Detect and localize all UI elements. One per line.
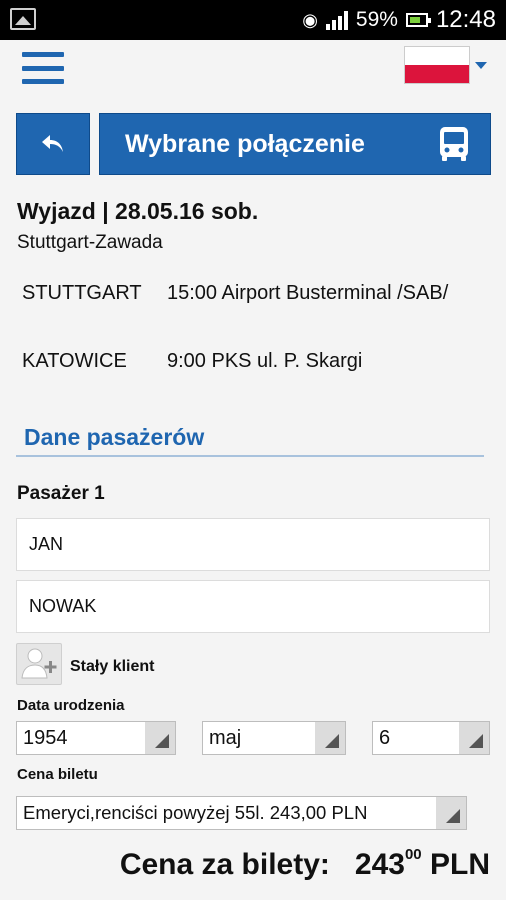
dropdown-arrow-icon [145,722,175,754]
passengers-section-title: Dane pasażerów [24,424,205,450]
wifi-icon: ◉ [302,9,318,30]
status-bar: ◉ 59% 12:48 [0,0,506,40]
total-amount: 243 [354,848,405,881]
ticket-type-value: Emeryci,renciści powyżej 55l. 243,00 PLN [23,802,368,823]
birth-month-select[interactable]: maj [202,721,346,755]
birth-day-select[interactable]: 6 [372,721,490,755]
dropdown-arrow-icon [315,722,345,754]
total-amount-fraction: 00 [404,846,422,863]
clock: 12:48 [435,6,496,33]
departure-detail: 15:00 Airport Busterminal /SAB/ [167,282,449,304]
total-price: Cena za bilety: 24300 PLN [119,846,490,882]
ticket-price-label: Cena biletu [17,766,98,783]
birth-year-select[interactable]: 1954 [16,721,176,755]
page-title: Wybrane połączenie [125,130,365,158]
signal-icon [325,10,348,30]
bus-icon [440,127,468,161]
back-arrow-icon [42,135,63,152]
section-divider [16,455,484,457]
battery-icon [405,13,431,27]
birth-year-value: 1954 [23,727,68,749]
birth-day-value: 6 [379,727,391,749]
total-currency: PLN [430,848,490,881]
add-user-icon[interactable] [16,643,62,685]
arrival-city: KATOWICE [22,350,127,372]
dropdown-arrow-icon [459,722,489,754]
trip-heading: Wyjazd | 28.05.16 sob. [17,198,259,224]
status-right: ◉ 59% 12:48 [302,0,496,40]
battery-percent: 59% [355,8,398,31]
back-button[interactable] [16,113,90,175]
departure-city: STUTTGART [22,282,142,304]
passenger-label: Pasażer 1 [17,483,105,504]
polish-flag-icon[interactable] [404,46,470,84]
ticket-type-select[interactable]: Emeryci,renciści powyżej 55l. 243,00 PLN [16,796,467,830]
birth-month-value: maj [209,727,242,749]
title-bar: Wybrane połączenie [99,113,491,175]
gallery-notification-icon [10,8,36,30]
hamburger-menu-icon[interactable] [22,52,64,84]
dropdown-arrow-icon [436,797,466,829]
birth-date-label: Data urodzenia [17,697,125,714]
total-label: Cena za bilety: [119,848,330,881]
regular-client-label[interactable]: Stały klient [70,658,154,676]
trip-route: Stuttgart-Zawada [17,232,163,253]
language-dropdown-caret-icon[interactable] [475,62,487,69]
last-name-field[interactable]: NOWAK [16,580,490,633]
first-name-field[interactable]: JAN [16,518,490,571]
arrival-detail: 9:00 PKS ul. P. Skargi [167,350,363,372]
